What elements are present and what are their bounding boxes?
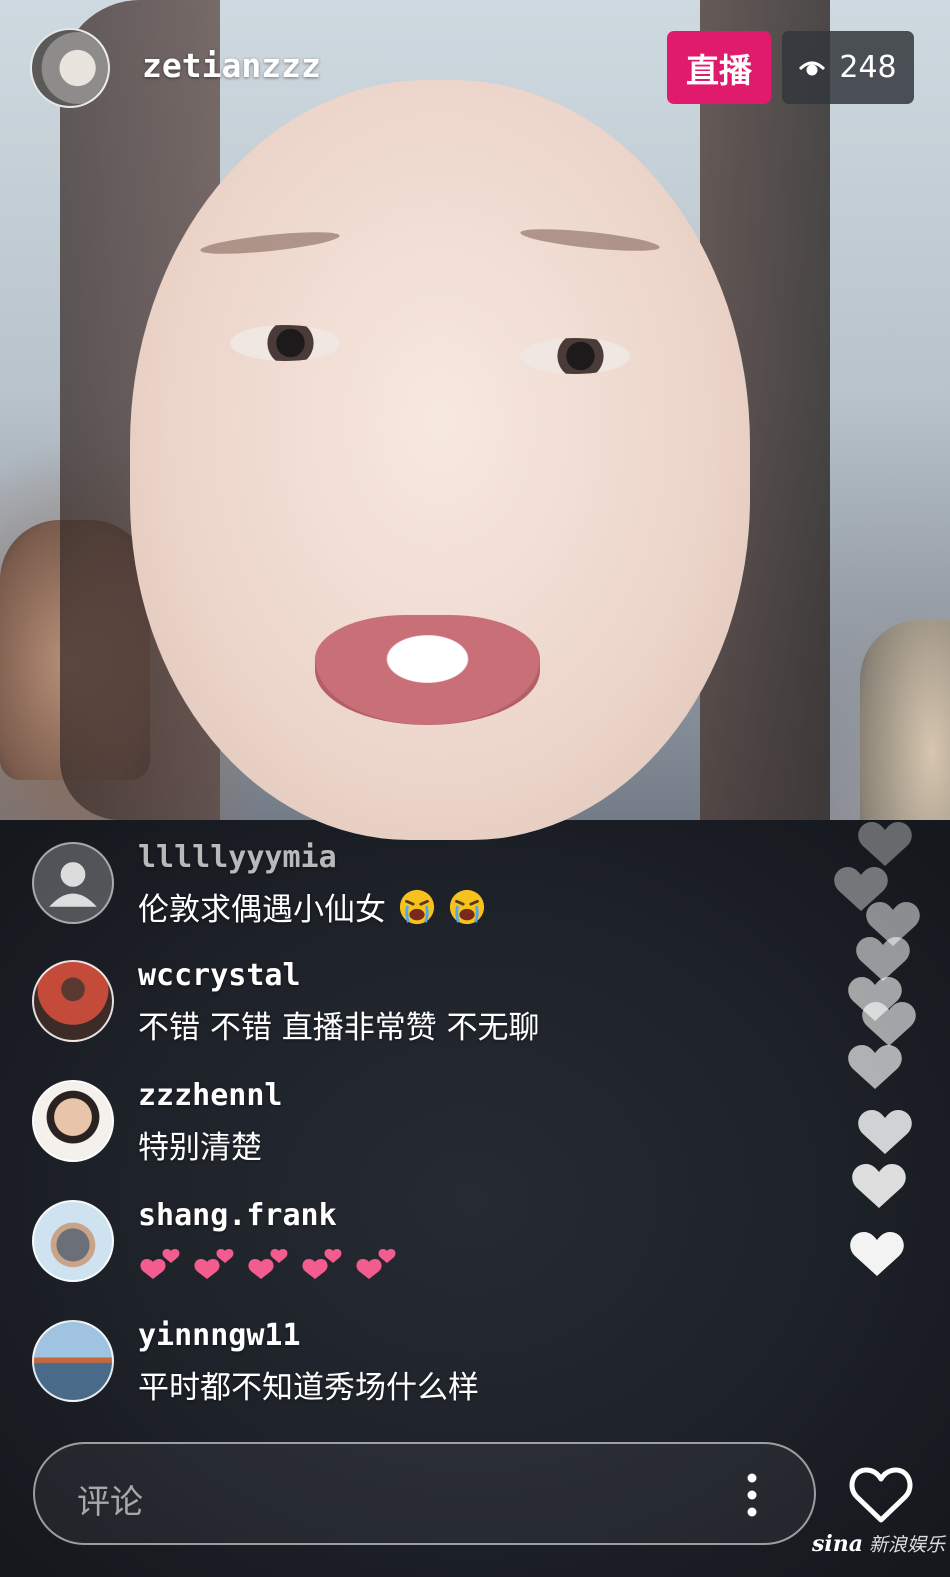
default-avatar[interactable]	[32, 842, 114, 924]
user-avatar[interactable]	[32, 1200, 114, 1282]
user-avatar[interactable]	[32, 1320, 114, 1402]
floating-heart-icon	[852, 1164, 906, 1208]
video-eye-left	[230, 325, 340, 361]
viewer-count-badge[interactable]: 248	[782, 31, 914, 104]
floating-heart-icon	[848, 1045, 902, 1089]
crying-face-emoji	[399, 889, 434, 925]
comment-text	[138, 1242, 400, 1284]
video-face	[130, 80, 750, 840]
floating-heart-icon	[862, 1002, 916, 1046]
comment-username[interactable]: wccrystal	[138, 958, 301, 993]
crying-face-emoji	[449, 889, 484, 925]
heart-icon	[140, 1249, 180, 1279]
comment-item: lllllyyymia 伦敦求偶遇小仙女	[32, 840, 652, 930]
more-vertical-icon[interactable]	[746, 1472, 758, 1518]
comment-input[interactable]: 评论	[33, 1442, 816, 1545]
comment-text: 伦敦求偶遇小仙女	[138, 884, 486, 929]
pink-hearts-row	[138, 1244, 400, 1284]
host-username[interactable]: zetianzzz	[142, 46, 321, 85]
comment-item: yinnngw11 平时都不知道秀场什么样	[32, 1318, 652, 1408]
video-mouth	[315, 615, 540, 725]
user-silhouette-icon	[49, 862, 97, 907]
comment-text: 不错 不错 直播非常赞 不无聊	[138, 1010, 540, 1046]
heart-outline-icon[interactable]	[848, 1465, 914, 1525]
sina-watermark: sina 新浪娱乐	[812, 1530, 945, 1557]
comment-username[interactable]: zzzhennl	[138, 1078, 283, 1113]
eye-icon	[799, 61, 826, 75]
comment-item: shang.frank	[32, 1198, 652, 1288]
comment-item: wccrystal 不错 不错 直播非常赞 不无聊	[32, 958, 652, 1048]
comment-text: 平时都不知道秀场什么样	[138, 1370, 479, 1406]
comment-item: zzzhennl 特别清楚	[32, 1078, 652, 1168]
live-stream-screen: zetianzzz 直播 248 lllllyyymia 伦敦求偶遇小仙女 wc…	[0, 0, 950, 1577]
comment-placeholder: 评论	[77, 1482, 143, 1521]
heart-icon	[302, 1249, 342, 1279]
viewer-count: 248	[839, 50, 897, 85]
floating-heart-icon	[858, 822, 912, 866]
floating-heart-icon	[858, 1110, 912, 1154]
comment-text-body: 伦敦求偶遇小仙女	[138, 892, 386, 928]
user-avatar[interactable]	[32, 1080, 114, 1162]
comment-username[interactable]: lllllyyymia	[138, 840, 337, 875]
heart-icon	[248, 1249, 288, 1279]
heart-icon	[356, 1249, 396, 1279]
watermark-text: 新浪娱乐	[869, 1534, 946, 1556]
host-avatar[interactable]	[30, 28, 110, 108]
live-badge: 直播	[667, 31, 771, 104]
heart-icon	[194, 1249, 234, 1279]
video-eye-right	[520, 338, 630, 374]
watermark-logo: sina	[812, 1531, 863, 1557]
floating-heart-icon	[850, 1232, 904, 1276]
comment-username[interactable]: shang.frank	[138, 1198, 337, 1233]
comment-username[interactable]: yinnngw11	[138, 1318, 301, 1353]
comment-text: 特别清楚	[138, 1130, 262, 1166]
user-avatar[interactable]	[32, 960, 114, 1042]
